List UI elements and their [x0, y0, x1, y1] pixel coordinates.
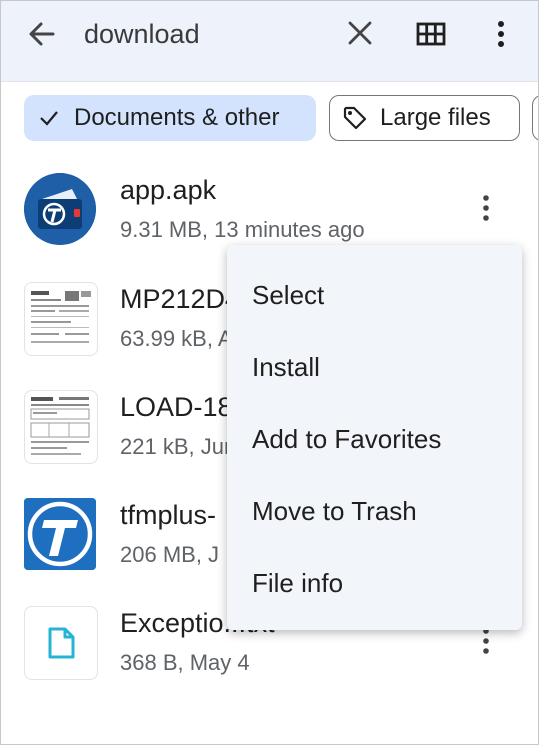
chip-documents-other[interactable]: Documents & other [24, 95, 316, 141]
file-meta: 368 B, May 4 [120, 650, 250, 675]
document-thumbnail [24, 282, 98, 356]
close-icon [348, 21, 372, 45]
menu-item-install[interactable]: Install [227, 331, 522, 403]
tag-icon [343, 106, 367, 130]
arrow-left-icon [29, 22, 55, 46]
chip-large-files[interactable]: Large files [329, 95, 520, 141]
menu-item-file-info[interactable]: File info [227, 547, 522, 619]
chip-overflow[interactable] [532, 95, 538, 141]
tfmplus-logo-icon [24, 498, 96, 570]
file-meta: 206 MB, J [120, 542, 220, 567]
file-browser-screen: download Documents & other Large files a… [0, 0, 539, 745]
file-meta: 63.99 kB, A [120, 326, 233, 351]
more-options-button[interactable] [486, 17, 516, 51]
filter-chips: Documents & other Large files [1, 95, 538, 145]
app-thumbnail [24, 498, 96, 570]
file-name: tfmplus- [120, 500, 217, 530]
file-name: MP212D4 [120, 284, 241, 314]
clear-search-button[interactable] [344, 17, 376, 49]
file-meta: 9.31 MB, 13 minutes ago [120, 217, 365, 242]
back-button[interactable] [25, 17, 59, 51]
menu-item-move-to-trash[interactable]: Move to Trash [227, 475, 522, 547]
more-vertical-icon [498, 21, 504, 47]
more-vertical-icon [483, 195, 489, 221]
check-icon [40, 111, 58, 126]
menu-item-select[interactable]: Select [227, 259, 522, 331]
chip-label: Documents & other [74, 104, 280, 131]
document-thumbnail [24, 390, 98, 464]
text-file-thumbnail [24, 606, 98, 680]
search-input[interactable]: download [84, 17, 200, 51]
app-thumbnail [24, 173, 96, 245]
chip-label: Large files [380, 104, 491, 131]
document-preview-icon [29, 289, 93, 351]
search-bar: download [1, 1, 538, 82]
file-meta: 221 kB, Jun [120, 434, 237, 459]
grid-view-button[interactable] [413, 17, 449, 51]
menu-item-add-to-favorites[interactable]: Add to Favorites [227, 403, 522, 475]
file-name: app.apk [120, 175, 217, 205]
file-name: LOAD-18 [120, 392, 233, 422]
grid-view-icon [416, 22, 446, 46]
file-more-button[interactable] [475, 191, 497, 225]
text-file-icon [48, 627, 75, 659]
context-menu: Select Install Add to Favorites Move to … [227, 245, 522, 630]
document-preview-icon [29, 395, 93, 459]
app-icon [24, 173, 96, 245]
